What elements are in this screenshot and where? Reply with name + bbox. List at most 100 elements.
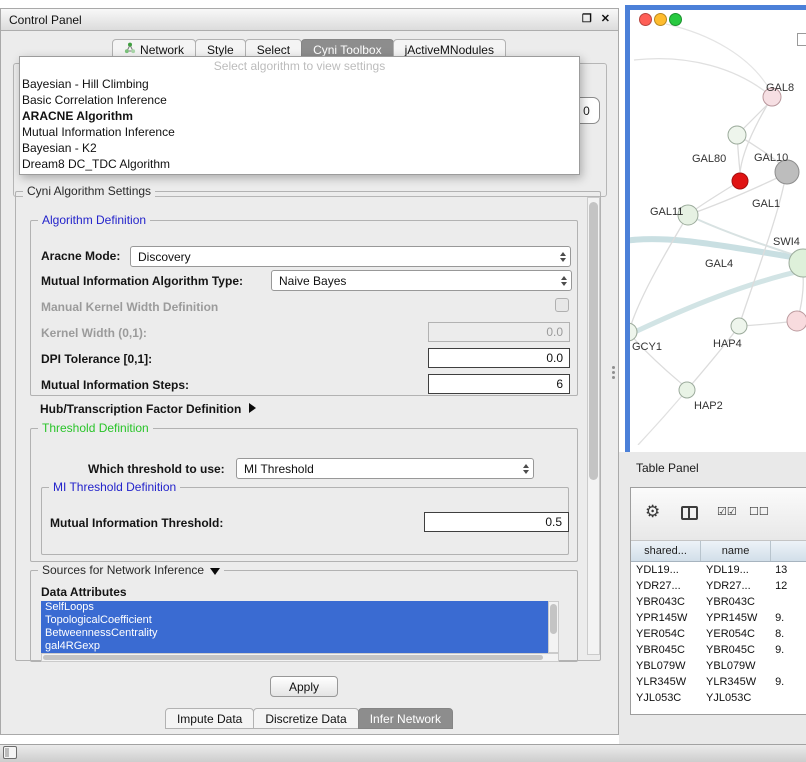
expand-right-icon xyxy=(249,403,256,413)
kernel-width-value: 0.0 xyxy=(546,325,563,339)
algorithm-option[interactable]: Mutual Information Inference xyxy=(20,124,579,140)
algorithm-definition-group: Algorithm Definition Aracne Mode: Discov… xyxy=(30,220,578,396)
network-node[interactable] xyxy=(787,311,806,331)
tab-discretize-data[interactable]: Discretize Data xyxy=(253,708,358,729)
table-settings-gear-icon[interactable]: ⚙ xyxy=(645,503,660,520)
algorithm-option[interactable]: Bayesian - K2 xyxy=(20,140,579,156)
algorithm-select-placeholder: Select algorithm to view settings xyxy=(20,59,579,76)
table-cell: 12 xyxy=(771,580,806,592)
cyni-algorithm-settings-group: Cyni Algorithm Settings Algorithm Defini… xyxy=(15,191,601,661)
table-panel-title[interactable]: Table Panel xyxy=(636,461,699,475)
network-node[interactable] xyxy=(732,173,748,189)
aracne-mode-select[interactable]: Discovery xyxy=(130,246,571,267)
network-edge[interactable] xyxy=(630,332,682,384)
network-node[interactable] xyxy=(728,126,746,144)
combo-arrows-icon xyxy=(561,271,567,290)
sources-section-toggle[interactable]: Sources for Network Inference xyxy=(38,563,224,577)
column-header[interactable]: shared... xyxy=(631,541,701,561)
panel-splitter-grip[interactable] xyxy=(612,366,615,379)
network-edge[interactable] xyxy=(638,390,687,445)
table-row[interactable]: YBR045CYBR045C9. xyxy=(631,642,806,658)
manual-kernel-label: Manual Kernel Width Definition xyxy=(41,300,218,314)
minimize-button[interactable] xyxy=(654,13,667,26)
mi-type-value: Naive Bayes xyxy=(279,274,571,288)
algorithm-option[interactable]: Dream8 DC_TDC Algorithm xyxy=(20,156,579,172)
apply-button[interactable]: Apply xyxy=(270,676,338,697)
network-edge[interactable] xyxy=(692,326,739,384)
network-node[interactable] xyxy=(679,382,695,398)
tab-label: Network xyxy=(140,43,184,57)
table-row[interactable]: YBL079WYBL079W xyxy=(631,658,806,674)
tab-impute-data[interactable]: Impute Data xyxy=(165,708,254,729)
table-cell: YER054C xyxy=(631,628,701,640)
algorithm-option[interactable]: Basic Correlation Inference xyxy=(20,92,579,108)
data-attributes-label: Data Attributes xyxy=(41,585,127,599)
network-edge[interactable] xyxy=(630,266,806,340)
table-row[interactable]: YLR345WYLR345W9. xyxy=(631,674,806,690)
data-attribute-item[interactable]: TopologicalCoefficient xyxy=(41,614,548,627)
column-header[interactable] xyxy=(771,541,806,561)
threshold-definition-title: Threshold Definition xyxy=(38,421,153,435)
dpi-tolerance-field[interactable]: 0.0 xyxy=(428,348,570,368)
threshold-select[interactable]: MI Threshold xyxy=(236,458,534,479)
show-columns-icon[interactable] xyxy=(681,506,698,520)
node-label: GAL10 xyxy=(754,152,788,164)
mi-algorithm-type-select[interactable]: Naive Bayes xyxy=(271,270,572,291)
mi-steps-field[interactable]: 6 xyxy=(428,374,570,394)
control-panel-dock-icon[interactable] xyxy=(3,746,17,759)
table-row[interactable]: YDL19...YDL19...13 xyxy=(631,562,806,578)
tab-label: jActiveMNodules xyxy=(405,43,494,57)
attributes-vertical-scrollbar[interactable] xyxy=(548,601,559,653)
hub-definition-toggle[interactable]: Hub/Transcription Factor Definition xyxy=(40,402,256,416)
control-panel-titlebar[interactable]: Control Panel ❐ ✕ xyxy=(1,9,618,31)
table-row[interactable]: YJL053CYJL053C xyxy=(631,690,806,706)
table-cell: 13 xyxy=(771,564,806,576)
desktop: Control Panel ❐ ✕ NetworkStyleSelectCyni… xyxy=(0,0,806,762)
network-canvas[interactable]: GAL8GAL80GAL10GAL11GAL1SWI4GAL4GCY1HAP4H… xyxy=(630,10,806,445)
network-edge[interactable] xyxy=(634,59,772,97)
table-row[interactable]: YPR145WYPR145W9. xyxy=(631,610,806,626)
table-row[interactable]: YBR043CYBR043C xyxy=(631,594,806,610)
table-cell: YJL053C xyxy=(701,692,771,704)
mi-threshold-field[interactable]: 0.5 xyxy=(424,512,569,532)
algorithm-option[interactable]: ARACNE Algorithm xyxy=(20,108,579,124)
select-all-columns-icon[interactable]: ☑☑ xyxy=(717,507,737,518)
table-row[interactable]: YER054CYER054C8. xyxy=(631,626,806,642)
zoom-button[interactable] xyxy=(669,13,682,26)
network-node[interactable] xyxy=(630,323,637,341)
aracne-mode-label: Aracne Mode: xyxy=(41,249,120,263)
network-edge[interactable] xyxy=(666,24,770,90)
kernel-width-field: 0.0 xyxy=(428,322,570,342)
attributes-vertical-scrollbar-thumb[interactable] xyxy=(550,604,557,634)
table-row[interactable]: YDR27...YDR27...12 xyxy=(631,578,806,594)
network-node[interactable] xyxy=(731,318,747,334)
table-cell: YDL19... xyxy=(701,564,771,576)
network-icon xyxy=(124,42,136,57)
data-attribute-item[interactable]: BetweennessCentrality xyxy=(41,627,548,640)
column-header[interactable]: name xyxy=(701,541,771,561)
close-window-icon[interactable]: ✕ xyxy=(601,14,610,25)
tab-label: Discretize Data xyxy=(265,712,346,726)
algorithm-select-popup: Select algorithm to view settings Bayesi… xyxy=(19,56,580,175)
spinner-value: 0 xyxy=(583,104,590,118)
attributes-horizontal-scrollbar-thumb[interactable] xyxy=(43,655,543,660)
algorithm-option[interactable]: Bayesian - Hill Climbing xyxy=(20,76,579,92)
table-header-row: shared...name xyxy=(631,541,806,562)
combo-arrows-icon xyxy=(560,247,566,266)
cyni-bottom-tab-bar: Impute Data Discretize Data Infer Network xyxy=(1,708,618,729)
data-attribute-item[interactable]: SelfLoops xyxy=(41,601,548,614)
algorithm-definition-title: Algorithm Definition xyxy=(38,213,150,227)
attributes-horizontal-scrollbar[interactable] xyxy=(41,653,559,662)
settings-scrollbar[interactable] xyxy=(587,197,600,655)
deselect-all-columns-icon[interactable]: ☐☐ xyxy=(749,507,769,518)
network-overview-toggle[interactable] xyxy=(797,33,806,46)
apply-button-label: Apply xyxy=(289,680,319,694)
close-button[interactable] xyxy=(639,13,652,26)
data-attribute-item[interactable]: gal4RGexp xyxy=(41,640,548,653)
settings-scrollbar-thumb[interactable] xyxy=(589,202,598,480)
node-label: GAL1 xyxy=(752,198,780,210)
float-window-icon[interactable]: ❐ xyxy=(582,14,592,25)
node-label: GAL4 xyxy=(705,258,733,270)
table-toolbar: ⚙ ☑☑ ☐☐ xyxy=(631,488,806,541)
tab-infer-network[interactable]: Infer Network xyxy=(358,708,453,729)
